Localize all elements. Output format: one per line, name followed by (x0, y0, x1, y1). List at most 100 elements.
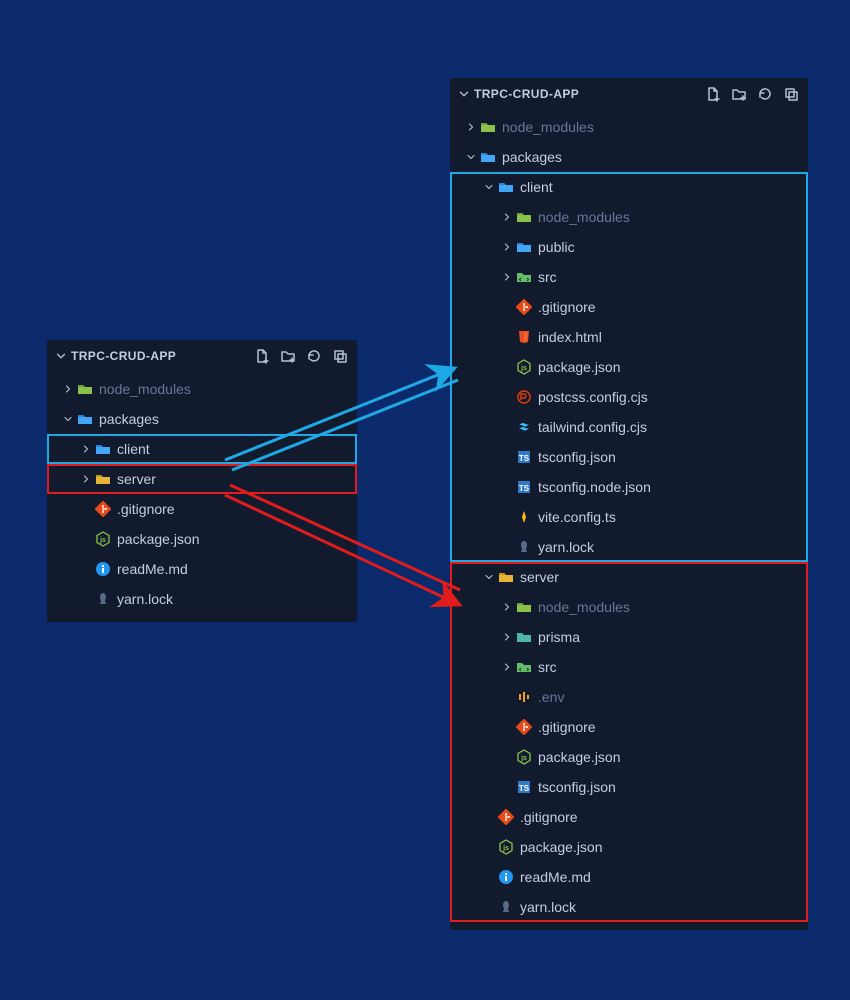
folder-src-icon (514, 659, 534, 675)
file-explorer-right: TRPC-CRUD-APP node_modules packages clie… (450, 78, 808, 930)
new-folder-icon[interactable] (279, 347, 297, 365)
tree-label: packages (99, 411, 159, 427)
folder-green-icon (514, 599, 534, 615)
tree-label: server (117, 471, 156, 487)
git-icon (93, 501, 113, 517)
tree-folder-src[interactable]: src (450, 652, 808, 682)
nodejs-icon (514, 749, 534, 765)
chevron-down-icon[interactable] (456, 87, 472, 101)
tree-file-vite[interactable]: vite.config.ts (450, 502, 808, 532)
tree-label: .gitignore (520, 809, 578, 825)
tree-file-gitignore[interactable]: .gitignore (450, 712, 808, 742)
tree-label: package.json (520, 839, 603, 855)
tree-label: .gitignore (538, 719, 596, 735)
tree-label: package.json (538, 749, 621, 765)
tree-folder-client[interactable]: client (47, 434, 357, 464)
tree-label: tsconfig.json (538, 779, 616, 795)
tree-label: yarn.lock (538, 539, 594, 555)
chevron-right-icon (500, 271, 514, 283)
tree-file-yarn-lock[interactable]: yarn.lock (450, 892, 808, 922)
new-file-icon[interactable] (253, 347, 271, 365)
tree-folder-packages[interactable]: packages (450, 142, 808, 172)
chevron-down-icon (482, 181, 496, 193)
tree-file-tsconfig[interactable]: tsconfig.json (450, 442, 808, 472)
folder-blue-icon (478, 149, 498, 165)
tree-label: package.json (538, 359, 621, 375)
tree-label: yarn.lock (117, 591, 173, 607)
folder-blue-icon (75, 411, 95, 427)
vite-icon (514, 509, 534, 525)
ts-icon (514, 479, 534, 495)
tree-file-package-json[interactable]: package.json (450, 352, 808, 382)
tree-file-index-html[interactable]: index.html (450, 322, 808, 352)
tree-folder-prisma[interactable]: prisma (450, 622, 808, 652)
tree-label: postcss.config.cjs (538, 389, 648, 405)
tree-label: tailwind.config.cjs (538, 419, 647, 435)
env-icon (514, 689, 534, 705)
tree-file-env[interactable]: .env (450, 682, 808, 712)
refresh-icon[interactable] (756, 85, 774, 103)
chevron-right-icon (500, 631, 514, 643)
tree-file-package-json[interactable]: package.json (450, 832, 808, 862)
chevron-right-icon (500, 241, 514, 253)
tree-label: node_modules (538, 599, 630, 615)
postcss-icon (514, 389, 534, 405)
tree-file-package-json[interactable]: package.json (47, 524, 357, 554)
ts-icon (514, 449, 534, 465)
tree-file-yarn-lock[interactable]: yarn.lock (450, 532, 808, 562)
html5-icon (514, 329, 534, 345)
tree-folder-node-modules[interactable]: node_modules (450, 592, 808, 622)
tree-file-gitignore[interactable]: .gitignore (47, 494, 357, 524)
folder-icon (496, 569, 516, 585)
tree-folder-public[interactable]: public (450, 232, 808, 262)
tailwind-icon (514, 419, 534, 435)
folder-src-icon (514, 269, 534, 285)
git-icon (514, 299, 534, 315)
folder-green-icon (514, 209, 534, 225)
folder-green-icon (478, 119, 498, 135)
tree-file-tailwind[interactable]: tailwind.config.cjs (450, 412, 808, 442)
tree-folder-server[interactable]: server (450, 562, 808, 592)
tree-folder-client[interactable]: client (450, 172, 808, 202)
new-folder-icon[interactable] (730, 85, 748, 103)
tree-label: packages (502, 149, 562, 165)
git-icon (514, 719, 534, 735)
tree-file-tsconfig-node[interactable]: tsconfig.node.json (450, 472, 808, 502)
panel-header: TRPC-CRUD-APP (47, 340, 357, 372)
server-highlight-group: server node_modules prisma src .env .git… (450, 562, 808, 922)
tree-label: .gitignore (117, 501, 175, 517)
chevron-right-icon (61, 383, 75, 395)
tree-label: src (538, 269, 557, 285)
tree-file-package-json[interactable]: package.json (450, 742, 808, 772)
tree-label: .env (538, 689, 564, 705)
tree-label: vite.config.ts (538, 509, 616, 525)
tree-folder-node-modules[interactable]: node_modules (47, 374, 357, 404)
collapse-icon[interactable] (331, 347, 349, 365)
tree-folder-server[interactable]: server (47, 464, 357, 494)
tree-file-tsconfig[interactable]: tsconfig.json (450, 772, 808, 802)
tree-file-readme[interactable]: readMe.md (450, 862, 808, 892)
collapse-icon[interactable] (782, 85, 800, 103)
chevron-right-icon (500, 661, 514, 673)
tree-folder-packages[interactable]: packages (47, 404, 357, 434)
project-title: TRPC-CRUD-APP (472, 87, 704, 101)
tree-file-readme[interactable]: readMe.md (47, 554, 357, 584)
tree-folder-node-modules[interactable]: node_modules (450, 202, 808, 232)
panel-header: TRPC-CRUD-APP (450, 78, 808, 110)
chevron-down-icon[interactable] (53, 349, 69, 363)
new-file-icon[interactable] (704, 85, 722, 103)
tree-folder-node-modules[interactable]: node_modules (450, 112, 808, 142)
tree-label: .gitignore (538, 299, 596, 315)
chevron-down-icon (61, 413, 75, 425)
tree-label: node_modules (538, 209, 630, 225)
refresh-icon[interactable] (305, 347, 323, 365)
tree-file-yarn-lock[interactable]: yarn.lock (47, 584, 357, 614)
project-title: TRPC-CRUD-APP (69, 349, 253, 363)
tree-file-gitignore[interactable]: .gitignore (450, 292, 808, 322)
folder-teal-icon (514, 629, 534, 645)
file-tree: node_modules packages client server .git… (47, 372, 357, 622)
tree-label: prisma (538, 629, 580, 645)
tree-folder-src[interactable]: src (450, 262, 808, 292)
tree-file-gitignore[interactable]: .gitignore (450, 802, 808, 832)
tree-file-postcss[interactable]: postcss.config.cjs (450, 382, 808, 412)
